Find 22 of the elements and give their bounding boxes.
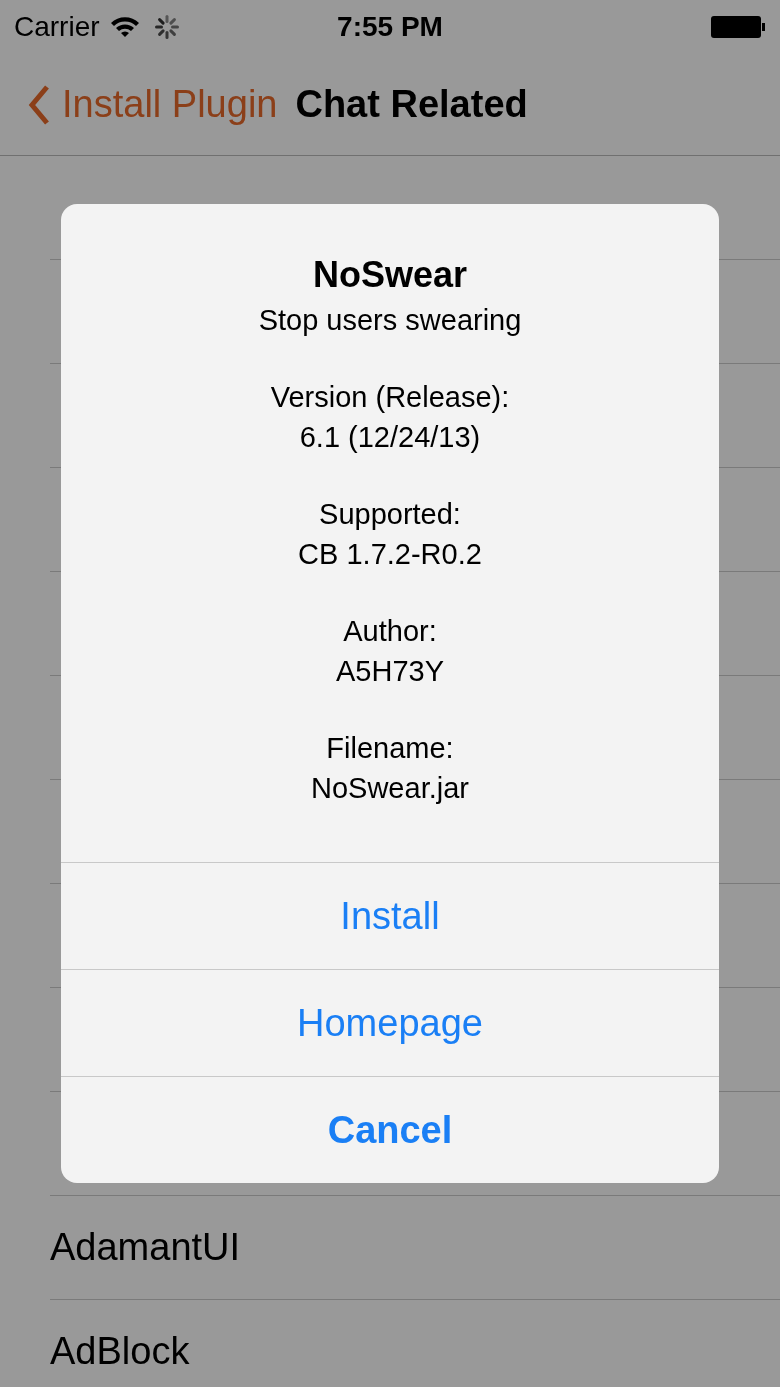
detail-value: A5H73Y [336,654,444,689]
back-chevron-icon [28,84,50,125]
back-button[interactable]: Install Plugin [28,83,278,126]
clock-time: 7:55 PM [337,11,443,42]
plugin-name[interactable]: AdBlock [50,1330,190,1373]
action-button[interactable]: Install [61,862,719,969]
detail-value: 6.1 (12/24/13) [299,420,481,455]
screen-title: Chat Related [295,83,528,126]
detail-value: CB 1.7.2-R0.2 [298,537,482,572]
action-button[interactable]: Homepage [61,969,719,1076]
detail-label: Author: [343,614,437,649]
cancel-button[interactable]: Cancel [61,1076,719,1183]
alert-subtitle: Stop users swearing [258,303,522,338]
detail-label: Supported: [319,497,461,532]
battery-icon [710,15,766,39]
wifi-icon [109,16,140,38]
detail-label: Version (Release): [270,380,510,415]
alert-title: NoSwear [312,254,468,296]
detail-value: NoSwear.jar [311,771,469,806]
plugin-name[interactable]: AdamantUI [50,1226,241,1269]
carrier-label: Carrier [14,11,100,43]
detail-label: Filename: [326,731,454,766]
